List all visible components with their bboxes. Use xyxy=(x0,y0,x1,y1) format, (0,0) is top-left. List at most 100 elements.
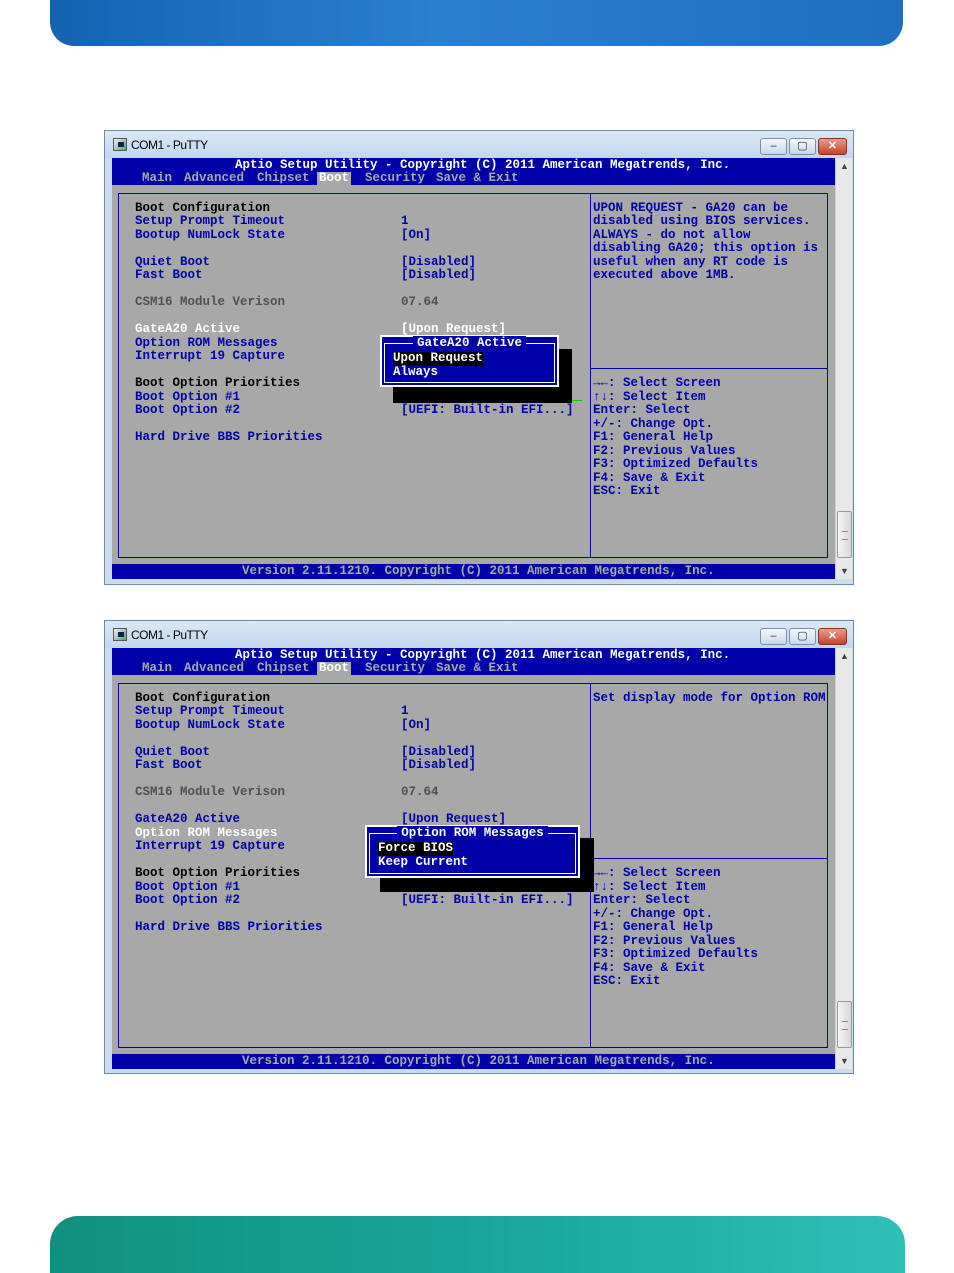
item-boot-option-2[interactable]: Boot Option #2 xyxy=(135,893,240,908)
value-fast-boot[interactable]: [Disabled] xyxy=(401,758,476,773)
item-gatea20-active[interactable]: GateA20 Active xyxy=(135,322,240,337)
tab-security[interactable]: Security xyxy=(365,661,425,676)
scrollbar[interactable]: ▲ ▼ xyxy=(835,158,852,579)
pane-divider xyxy=(590,193,591,558)
item-hard-drive-bbs[interactable]: Hard Drive BBS Priorities xyxy=(135,920,323,935)
minimize-button[interactable]: – xyxy=(760,138,787,155)
terminal-area[interactable]: Aptio Setup Utility - Copyright (C) 2011… xyxy=(112,158,835,579)
key-hint: F3: Optimized Defaults xyxy=(593,947,759,961)
tab-boot[interactable]: Boot xyxy=(317,171,352,186)
tab-boot[interactable]: Boot xyxy=(317,661,352,676)
help-line: executed above 1MB. xyxy=(593,268,736,282)
tab-save-exit[interactable]: Save & Exit xyxy=(436,661,519,676)
value-bootup-numlock[interactable]: [On] xyxy=(401,228,431,243)
scroll-down-icon[interactable]: ▼ xyxy=(836,563,853,579)
tab-chipset[interactable]: Chipset xyxy=(257,661,310,676)
popup-option-always[interactable]: Always xyxy=(393,365,438,380)
item-bootup-numlock[interactable]: Bootup NumLock State xyxy=(135,718,285,733)
item-csm16-version: CSM16 Module Verison xyxy=(135,295,286,309)
value-csm16-version: 07.64 xyxy=(401,785,439,799)
maximize-button[interactable]: ▢ xyxy=(789,138,816,155)
tab-advanced[interactable]: Advanced xyxy=(184,661,244,676)
value-setup-prompt-timeout[interactable]: 1 xyxy=(401,214,409,229)
key-hint: F1: General Help xyxy=(593,920,714,934)
item-boot-option-2[interactable]: Boot Option #2 xyxy=(135,403,240,418)
item-boot-option-priorities: Boot Option Priorities xyxy=(135,866,301,880)
popup-title-text: Option ROM Messages xyxy=(397,826,548,840)
scrollbar[interactable]: ▲ ▼ xyxy=(835,648,852,1069)
item-interrupt-19-capture[interactable]: Interrupt 19 Capture xyxy=(135,839,285,854)
putty-app-icon xyxy=(113,628,127,641)
tab-save-exit[interactable]: Save & Exit xyxy=(436,171,519,186)
value-setup-prompt-timeout[interactable]: 1 xyxy=(401,704,409,719)
item-setup-prompt-timeout[interactable]: Setup Prompt Timeout xyxy=(135,214,285,229)
item-csm16-version: CSM16 Module Verison xyxy=(135,785,286,799)
value-boot-option-2[interactable]: [UEFI: Built-in EFI...] xyxy=(401,893,574,908)
terminal-area[interactable]: Aptio Setup Utility - Copyright (C) 2011… xyxy=(112,648,835,1069)
item-fast-boot[interactable]: Fast Boot xyxy=(135,758,203,773)
key-hint: Enter: Select xyxy=(593,403,691,417)
window-title: COM1 - PuTTY xyxy=(131,138,208,152)
key-hint: →←: Select Screen xyxy=(593,866,721,880)
window-titlebar[interactable]: COM1 - PuTTY – ▢ ✕ xyxy=(105,131,853,158)
value-boot-option-2[interactable]: [UEFI: Built-in EFI...] xyxy=(401,403,574,418)
scroll-thumb[interactable] xyxy=(837,1001,852,1048)
value-csm16-version: 07.64 xyxy=(401,295,439,309)
item-fast-boot[interactable]: Fast Boot xyxy=(135,268,203,283)
key-hint: Enter: Select xyxy=(593,893,691,907)
key-hint: F1: General Help xyxy=(593,430,714,444)
tab-advanced[interactable]: Advanced xyxy=(184,171,244,186)
bios-header: Aptio Setup Utility - Copyright (C) 2011… xyxy=(112,158,835,186)
popup-option-upon-request[interactable]: Upon Request xyxy=(393,351,484,366)
help-divider xyxy=(590,858,828,859)
key-hint: ESC: Exit xyxy=(593,974,661,988)
popup-title: Option ROM Messages xyxy=(367,826,578,841)
bios-footer: Version 2.11.1210. Copyright (C) 2011 Am… xyxy=(112,564,835,579)
key-hint: F3: Optimized Defaults xyxy=(593,457,759,471)
item-gatea20-active[interactable]: GateA20 Active xyxy=(135,812,240,827)
page-header-band xyxy=(50,0,903,46)
popup-option-force-bios[interactable]: Force BIOS xyxy=(378,841,454,856)
window-titlebar[interactable]: COM1 - PuTTY – ▢ ✕ xyxy=(105,621,853,648)
cursor-mark xyxy=(572,400,582,401)
key-hint: →←: Select Screen xyxy=(593,376,721,390)
bios-footer: Version 2.11.1210. Copyright (C) 2011 Am… xyxy=(112,1054,835,1069)
value-bootup-numlock[interactable]: [On] xyxy=(401,718,431,733)
help-divider xyxy=(590,368,828,369)
item-bootup-numlock[interactable]: Bootup NumLock State xyxy=(135,228,285,243)
popup-option-keep-current[interactable]: Keep Current xyxy=(378,855,468,870)
page-footer-band xyxy=(50,1216,905,1273)
item-boot-option-priorities: Boot Option Priorities xyxy=(135,376,301,390)
help-line: disabling GA20; this option is xyxy=(593,241,819,255)
scroll-thumb[interactable] xyxy=(837,511,852,558)
manual-page: COM1 - PuTTY – ▢ ✕ Aptio Setup Utility -… xyxy=(0,0,954,1273)
help-line: disabled using BIOS services. xyxy=(593,214,811,228)
popup-title: GateA20 Active xyxy=(382,336,557,351)
gatea20-popup[interactable]: GateA20 Active Upon Request Always xyxy=(380,335,559,387)
tab-chipset[interactable]: Chipset xyxy=(257,171,310,186)
option-rom-popup[interactable]: Option ROM Messages Force BIOS Keep Curr… xyxy=(365,825,580,878)
help-line: Set display mode for Option ROM xyxy=(593,691,826,705)
popup-title-text: GateA20 Active xyxy=(412,336,527,350)
tab-main[interactable]: Main xyxy=(142,661,172,676)
tab-security[interactable]: Security xyxy=(365,171,425,186)
close-button[interactable]: ✕ xyxy=(818,628,847,645)
bios-header: Aptio Setup Utility - Copyright (C) 2011… xyxy=(112,648,835,676)
scroll-up-icon[interactable]: ▲ xyxy=(836,158,853,174)
maximize-button[interactable]: ▢ xyxy=(789,628,816,645)
key-hint: ESC: Exit xyxy=(593,484,661,498)
bios-version: Version 2.11.1210. Copyright (C) 2011 Am… xyxy=(242,564,715,578)
putty-window-option-rom: COM1 - PuTTY – ▢ ✕ Aptio Setup Utility -… xyxy=(104,620,854,1074)
tab-main[interactable]: Main xyxy=(142,171,172,186)
putty-window-gatea20: COM1 - PuTTY – ▢ ✕ Aptio Setup Utility -… xyxy=(104,130,854,585)
minimize-button[interactable]: – xyxy=(760,628,787,645)
putty-app-icon xyxy=(113,138,127,151)
scroll-up-icon[interactable]: ▲ xyxy=(836,648,853,664)
item-setup-prompt-timeout[interactable]: Setup Prompt Timeout xyxy=(135,704,285,719)
scroll-down-icon[interactable]: ▼ xyxy=(836,1053,853,1069)
close-button[interactable]: ✕ xyxy=(818,138,847,155)
bios-version: Version 2.11.1210. Copyright (C) 2011 Am… xyxy=(242,1054,715,1068)
value-fast-boot[interactable]: [Disabled] xyxy=(401,268,476,283)
item-hard-drive-bbs[interactable]: Hard Drive BBS Priorities xyxy=(135,430,323,445)
item-interrupt-19-capture[interactable]: Interrupt 19 Capture xyxy=(135,349,285,364)
